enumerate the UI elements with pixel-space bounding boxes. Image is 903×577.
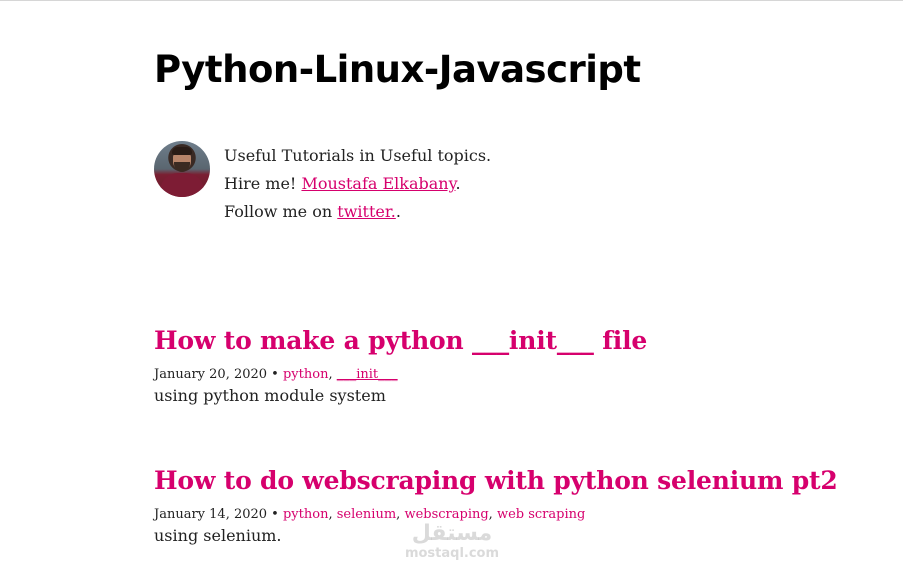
meta-separator: • bbox=[267, 507, 283, 522]
bio-line-2-suffix: . bbox=[455, 174, 461, 193]
post-title-link[interactable]: How to make a python ___init___ file bbox=[154, 326, 647, 355]
avatar-shirt bbox=[160, 173, 204, 197]
top-border bbox=[0, 0, 903, 1]
tag-link[interactable]: ___init___ bbox=[337, 367, 398, 382]
post-date: January 14, 2020 bbox=[154, 507, 268, 522]
bio-line-3-suffix: . bbox=[395, 202, 401, 221]
bio-line-1: Useful Tutorials in Useful topics. bbox=[224, 146, 492, 165]
bio-line-3: Follow me on twitter.. bbox=[224, 198, 491, 226]
avatar bbox=[154, 141, 210, 197]
author-link[interactable]: Moustafa Elkabany bbox=[301, 174, 455, 193]
post-excerpt: using python module system bbox=[154, 386, 386, 405]
post-date: January 20, 2020 bbox=[154, 367, 268, 382]
tag-link[interactable]: python bbox=[283, 507, 328, 522]
hire-me-text: Hire me! bbox=[224, 174, 302, 193]
tag-link[interactable]: selenium bbox=[337, 507, 396, 522]
post-title-link[interactable]: How to do webscraping with python seleni… bbox=[154, 466, 838, 495]
avatar-beard bbox=[174, 162, 190, 172]
meta-separator: • bbox=[267, 367, 283, 382]
bio-text: Useful Tutorials in Useful topics. Hire … bbox=[224, 142, 491, 226]
watermark-logo: مستقل bbox=[411, 521, 493, 546]
author-bio: Useful Tutorials in Useful topics. Hire … bbox=[154, 141, 491, 226]
tag-link[interactable]: web scraping bbox=[497, 507, 585, 522]
tag-link[interactable]: webscraping bbox=[404, 507, 488, 522]
post-meta: January 20, 2020 • python, ___init___ bbox=[154, 367, 398, 382]
avatar-hair bbox=[172, 147, 192, 155]
twitter-link[interactable]: twitter. bbox=[337, 202, 396, 221]
follow-me-text: Follow me on bbox=[224, 202, 338, 221]
bio-line-2: Hire me! Moustafa Elkabany. bbox=[224, 170, 491, 198]
watermark-text: mostaql.com bbox=[404, 546, 500, 561]
site-title[interactable]: Python-Linux-Javascript bbox=[154, 48, 641, 91]
post-item: How to make a python ___init___ file Jan… bbox=[154, 326, 647, 405]
tag-link[interactable]: python bbox=[283, 367, 328, 382]
post-meta: January 14, 2020 • python, selenium, web… bbox=[154, 507, 586, 522]
watermark: مستقل mostaql.com bbox=[397, 522, 507, 566]
